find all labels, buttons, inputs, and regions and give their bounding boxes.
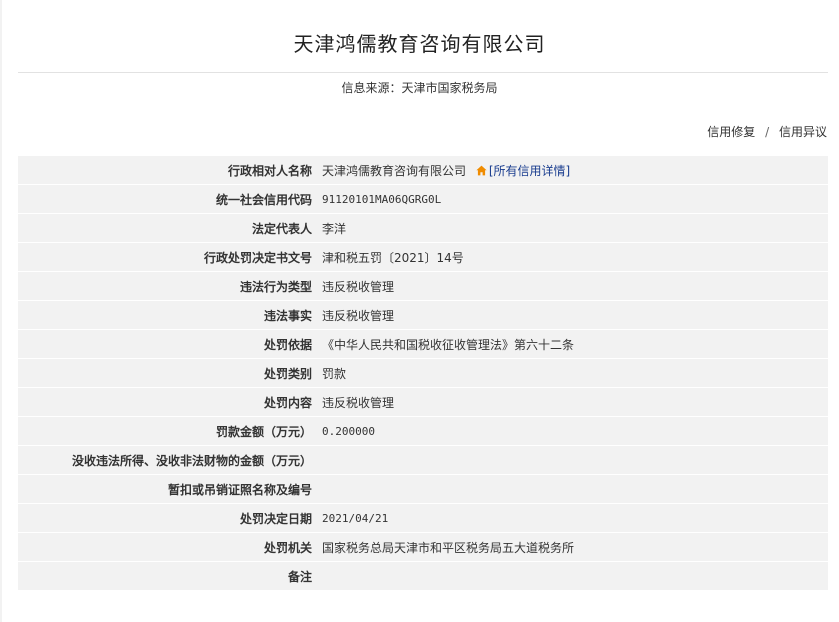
- row-label: 备注: [18, 562, 316, 591]
- table-row: 暂扣或吊销证照名称及编号: [18, 475, 828, 504]
- table-row: 处罚依据 《中华人民共和国税收征收管理法》第六十二条: [18, 330, 828, 359]
- row-value: 2021/04/21: [316, 504, 828, 533]
- credit-repair-link[interactable]: 信用修复: [707, 125, 755, 139]
- row-value: 《中华人民共和国税收征收管理法》第六十二条: [316, 330, 828, 359]
- row-label: 法定代表人: [18, 214, 316, 243]
- table-row: 处罚决定日期 2021/04/21: [18, 504, 828, 533]
- row-label: 处罚依据: [18, 330, 316, 359]
- table-row: 没收违法所得、没收非法财物的金额（万元）: [18, 446, 828, 475]
- table-row: 法定代表人 李洋: [18, 214, 828, 243]
- table-row: 备注: [18, 562, 828, 591]
- row-label: 处罚机关: [18, 533, 316, 562]
- row-value: 违反税收管理: [316, 301, 828, 330]
- info-source-label: 信息来源：: [341, 81, 402, 95]
- info-source: 信息来源：天津市国家税务局: [0, 79, 839, 96]
- all-credit-details-link[interactable]: [所有信用详情]: [489, 164, 570, 178]
- row-value: 91120101MA06QGRG0L: [316, 185, 828, 214]
- table-row: 违法事实 违反税收管理: [18, 301, 828, 330]
- row-label: 暂扣或吊销证照名称及编号: [18, 475, 316, 504]
- credit-objection-link[interactable]: 信用异议: [779, 125, 827, 139]
- row-label: 处罚决定日期: [18, 504, 316, 533]
- row-label: 统一社会信用代码: [18, 185, 316, 214]
- row-label: 行政相对人名称: [18, 156, 316, 185]
- row-value: 0.200000: [316, 417, 828, 446]
- entity-name: 天津鸿儒教育咨询有限公司: [322, 163, 467, 178]
- title-divider: [18, 72, 828, 73]
- table-row: 违法行为类型 违反税收管理: [18, 272, 828, 301]
- home-icon[interactable]: [476, 165, 487, 176]
- table-row: 处罚内容 违反税收管理: [18, 388, 828, 417]
- table-row: 罚款金额（万元） 0.200000: [18, 417, 828, 446]
- row-value: [316, 475, 828, 504]
- row-value: 罚款: [316, 359, 828, 388]
- table-row: 处罚类别 罚款: [18, 359, 828, 388]
- row-value: 国家税务总局天津市和平区税务局五大道税务所: [316, 533, 828, 562]
- row-value: 津和税五罚〔2021〕14号: [316, 243, 828, 272]
- row-value: 李洋: [316, 214, 828, 243]
- actions-separator: /: [765, 125, 770, 139]
- row-label: 罚款金额（万元）: [18, 417, 316, 446]
- row-value: [316, 562, 828, 591]
- row-value: 违反税收管理: [316, 388, 828, 417]
- row-label: 违法事实: [18, 301, 316, 330]
- info-source-value: 天津市国家税务局: [401, 81, 498, 95]
- table-row: 处罚机关 国家税务总局天津市和平区税务局五大道税务所: [18, 533, 828, 562]
- credit-actions: 信用修复 / 信用异议: [707, 123, 827, 140]
- row-value: 违反税收管理: [316, 272, 828, 301]
- row-label: 没收违法所得、没收非法财物的金额（万元）: [18, 446, 316, 475]
- row-label: 处罚内容: [18, 388, 316, 417]
- row-value-cell: 天津鸿儒教育咨询有限公司 [所有信用详情]: [316, 156, 828, 185]
- page-title: 天津鸿儒教育咨询有限公司: [293, 32, 546, 56]
- table-row: 行政相对人名称 天津鸿儒教育咨询有限公司 [所有信用详情]: [18, 156, 828, 185]
- table-row: 行政处罚决定书文号 津和税五罚〔2021〕14号: [18, 243, 828, 272]
- row-label: 违法行为类型: [18, 272, 316, 301]
- row-label: 行政处罚决定书文号: [18, 243, 316, 272]
- row-value: [316, 446, 828, 475]
- table-row: 统一社会信用代码 91120101MA06QGRG0L: [18, 185, 828, 214]
- penalty-info-table: 行政相对人名称 天津鸿儒教育咨询有限公司 [所有信用详情] 统一社会信用代码 9…: [18, 156, 828, 591]
- row-label: 处罚类别: [18, 359, 316, 388]
